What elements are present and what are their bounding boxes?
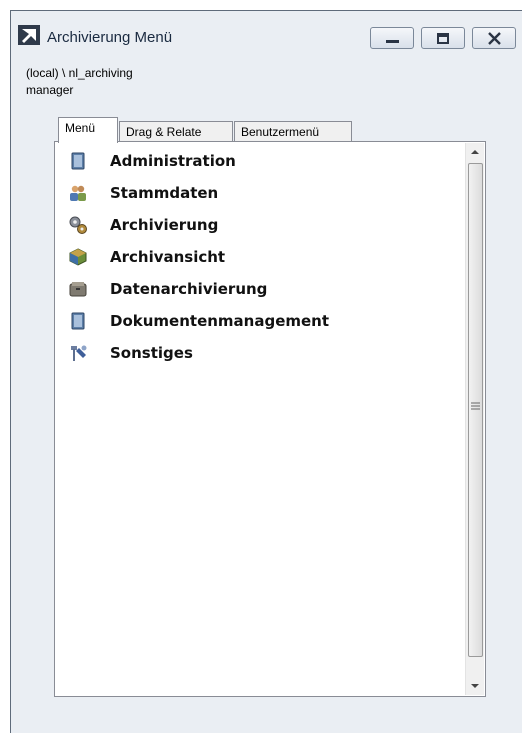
- users-icon: [70, 185, 86, 201]
- connection-user: manager: [26, 83, 74, 97]
- title-bar[interactable]: Archivierung Menü: [11, 11, 522, 51]
- cube-icon: [69, 248, 87, 266]
- connection-server: (local) \ nl_archiving: [26, 66, 133, 80]
- archivierung-window: Archivierung Menü (local) \ nl_archiving…: [10, 10, 522, 733]
- archive-box-icon: [69, 282, 87, 297]
- gears-icon: [69, 216, 87, 234]
- menu-panel: Administration Stammdaten Archivierung A…: [54, 141, 486, 697]
- tab-drag-relate[interactable]: Drag & Relate: [119, 121, 233, 141]
- menu-item-sonstiges[interactable]: Sonstiges: [55, 338, 465, 370]
- minimize-icon: [386, 40, 399, 43]
- restore-button[interactable]: [421, 27, 465, 49]
- window-title: Archivierung Menü: [47, 29, 173, 46]
- minimize-button[interactable]: [370, 27, 414, 49]
- tab-benutzermenue[interactable]: Benutzermenü: [234, 121, 352, 141]
- grip-icon: [471, 402, 480, 410]
- menu-item-archivierung[interactable]: Archivierung: [55, 210, 465, 242]
- menu-item-label: Datenarchivierung: [110, 280, 268, 298]
- scroll-down-arrow-icon[interactable]: [466, 677, 484, 695]
- close-button[interactable]: [472, 27, 516, 49]
- menu-tree: Administration Stammdaten Archivierung A…: [55, 146, 465, 370]
- restore-icon: [437, 33, 449, 44]
- menu-item-label: Dokumentenmanagement: [110, 312, 330, 330]
- menu-item-label: Administration: [110, 152, 236, 170]
- vertical-scrollbar[interactable]: [465, 143, 484, 695]
- menu-item-datenarchivierung[interactable]: Datenarchivierung: [55, 274, 465, 306]
- menu-item-label: Stammdaten: [110, 184, 219, 202]
- close-icon: [488, 32, 501, 45]
- menu-item-administration[interactable]: Administration: [55, 146, 465, 178]
- app-icon: [18, 25, 40, 45]
- book-icon: [71, 152, 85, 170]
- menu-item-stammdaten[interactable]: Stammdaten: [55, 178, 465, 210]
- menu-item-dokumentenmanagement[interactable]: Dokumentenmanagement: [55, 306, 465, 338]
- tab-menu[interactable]: Menü: [58, 117, 118, 143]
- tools-icon: [71, 345, 87, 361]
- menu-item-archivansicht[interactable]: Archivansicht: [55, 242, 465, 274]
- menu-item-label: Archivansicht: [110, 248, 226, 266]
- book-icon: [71, 312, 85, 330]
- menu-item-label: Archivierung: [110, 216, 219, 234]
- scrollbar-thumb[interactable]: [468, 163, 483, 657]
- menu-item-label: Sonstiges: [110, 344, 193, 362]
- connection-info: (local) \ nl_archiving manager: [26, 65, 133, 99]
- scroll-up-arrow-icon[interactable]: [466, 143, 484, 161]
